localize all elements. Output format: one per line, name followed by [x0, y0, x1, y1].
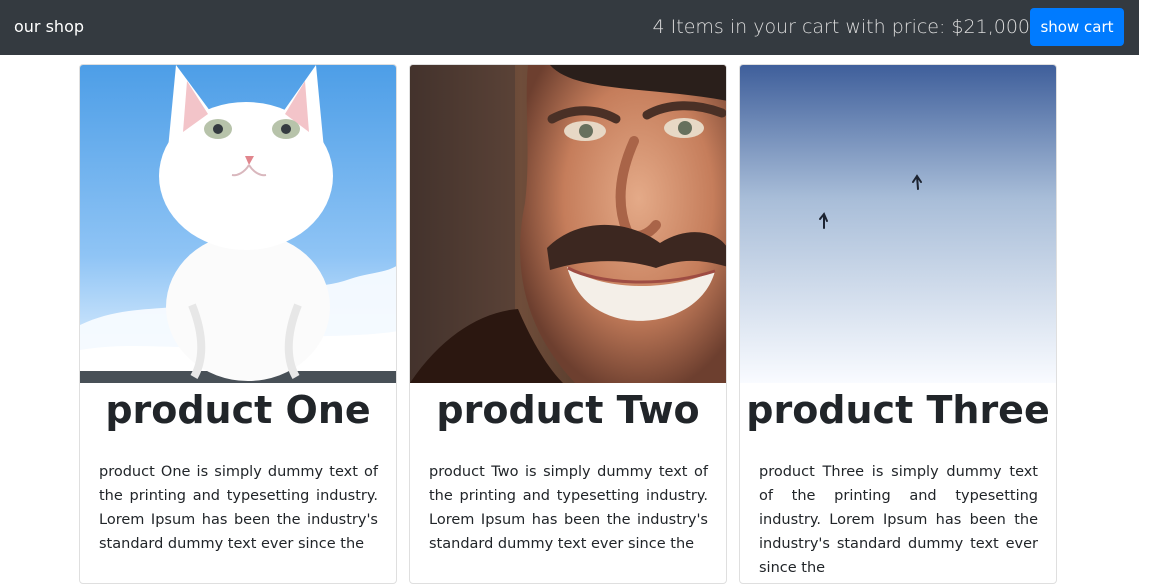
show-cart-button[interactable]: show cart [1030, 8, 1124, 46]
product-card: product Three product Three is simply du… [739, 64, 1057, 584]
product-title: product One [105, 388, 371, 432]
product-description: product Two is simply dummy text of the … [429, 464, 708, 552]
brand-link[interactable]: our shop [14, 16, 84, 38]
cart-summary: 4 Items in your cart with price: $21,000 [652, 16, 1030, 38]
kitten-photo [80, 65, 396, 383]
smiling-man-photo [410, 65, 726, 383]
product-title: product Three [746, 388, 1050, 432]
product-card: product One product One is simply dummy … [79, 64, 397, 584]
product-card: product Two product Two is simply dummy … [409, 64, 727, 584]
product-description: product Three is simply dummy text of th… [759, 464, 1038, 576]
sky-birds-photo [740, 65, 1056, 383]
product-description: product One is simply dummy text of the … [99, 464, 378, 552]
product-title: product Two [436, 388, 700, 432]
navbar: our shop 4 Items in your cart with price… [0, 0, 1139, 55]
product-grid: product One product One is simply dummy … [79, 64, 1059, 584]
